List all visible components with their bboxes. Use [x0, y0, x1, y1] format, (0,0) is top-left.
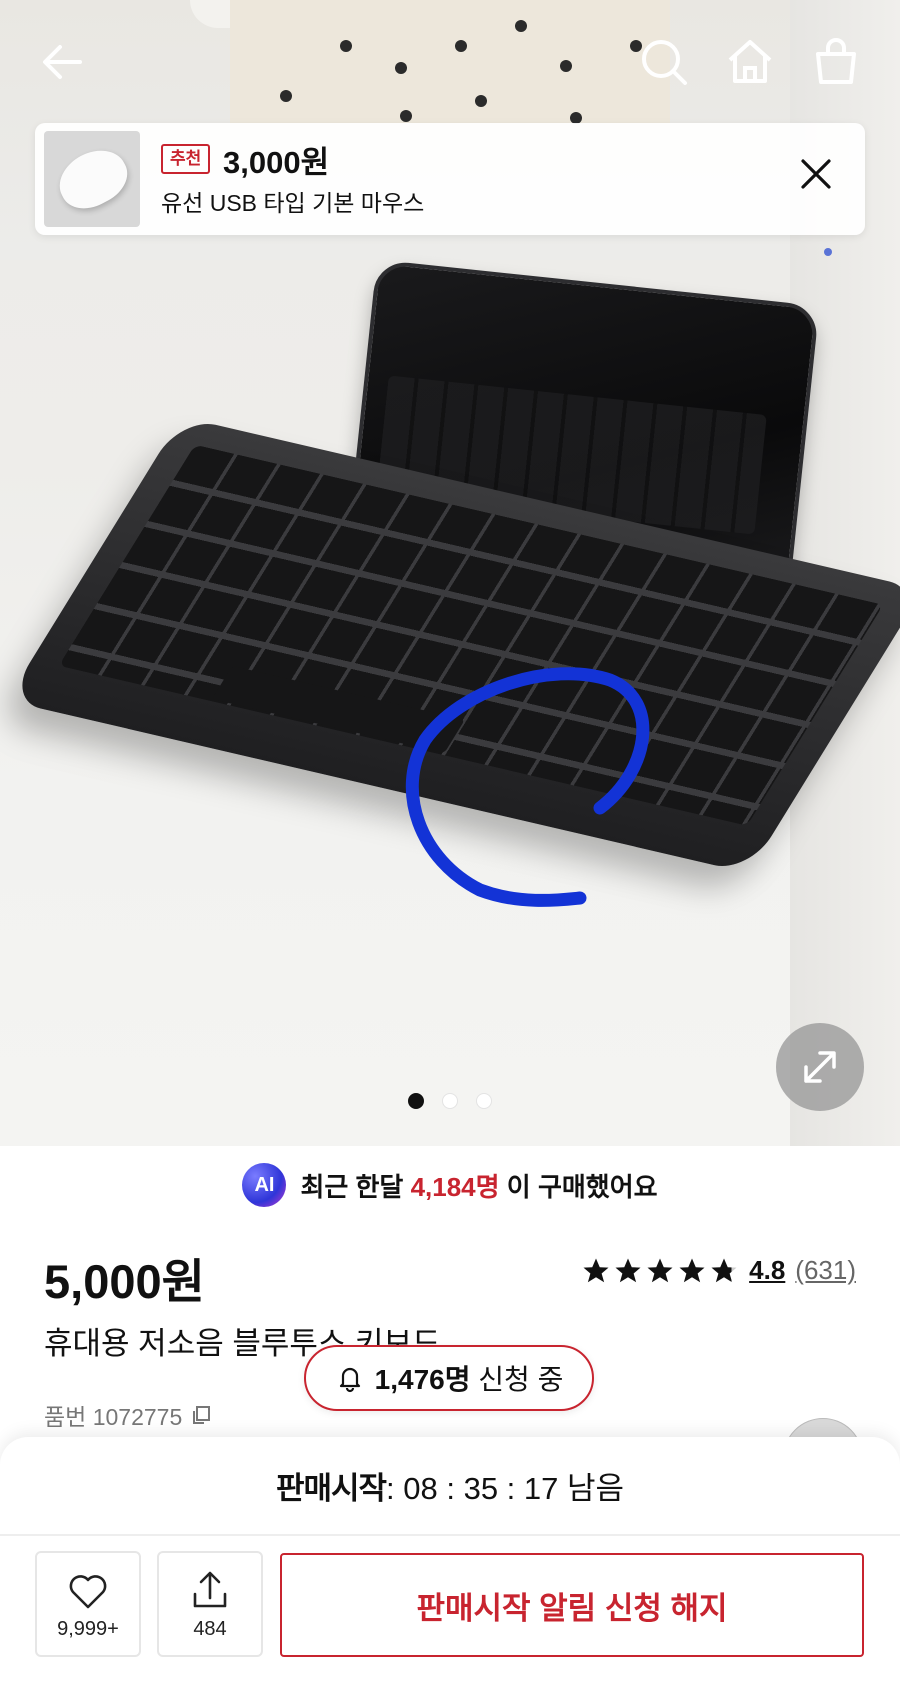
pagination-dot[interactable] — [442, 1093, 458, 1109]
recommended-product-thumbnail — [44, 131, 140, 227]
like-count: 9,999+ — [57, 1617, 119, 1640]
countdown-label: 판매시작 — [275, 1471, 387, 1506]
star-icon — [615, 1258, 641, 1282]
star-icon — [647, 1258, 673, 1282]
purchase-prefix: 최근 한달 — [300, 1171, 404, 1202]
recommended-product-name: 유선 USB 타입 기본 마우스 — [161, 190, 425, 216]
share-button[interactable]: 484 — [157, 1551, 263, 1657]
star-icon — [583, 1258, 609, 1282]
application-count: 1,476명 — [374, 1364, 471, 1395]
purchase-count: 4,184명 — [410, 1171, 500, 1202]
rating-score[interactable]: 4.8 — [749, 1255, 785, 1286]
product-rating[interactable]: 4.8 (631) — [581, 1255, 856, 1286]
countdown-suffix: 남음 — [567, 1471, 625, 1506]
search-icon[interactable] — [638, 36, 690, 88]
application-status: 신청 중 — [478, 1364, 564, 1395]
shopping-bag-icon[interactable] — [810, 36, 862, 88]
sale-start-countdown: 판매시작: 08 : 35 : 17 남음 — [275, 1471, 625, 1506]
share-count: 484 — [193, 1617, 227, 1640]
star-icon — [679, 1258, 705, 1282]
arrow-left-icon[interactable] — [36, 36, 88, 88]
product-sku[interactable]: 품번 1072775 — [44, 1398, 212, 1432]
rating-stars — [581, 1256, 739, 1286]
like-button[interactable]: 9,999+ — [35, 1551, 141, 1657]
sku-label: 품번 1072775 — [44, 1404, 183, 1430]
purchase-suffix: 이 구매했어요 — [506, 1171, 658, 1202]
home-icon[interactable] — [724, 36, 776, 88]
share-icon — [193, 1571, 227, 1607]
indicator-dot — [824, 248, 832, 256]
heart-icon — [69, 1574, 107, 1608]
purchase-bottom-sheet: 판매시작: 08 : 35 : 17 남음 9,999+ 484 판매시작 알림… — [0, 1437, 900, 1693]
recent-purchase-notice: AI 최근 한달 4,184명 이 구매했어요 — [0, 1163, 900, 1207]
review-count[interactable]: (631) — [795, 1255, 856, 1286]
pagination-dot[interactable] — [408, 1093, 424, 1109]
close-icon[interactable] — [797, 155, 835, 193]
ai-badge: AI — [242, 1163, 287, 1207]
recommended-product-banner[interactable]: 추천 3,000원 유선 USB 타입 기본 마우스 — [35, 123, 865, 235]
countdown-value: 08 : 35 : 17 — [403, 1471, 559, 1506]
divider — [0, 1534, 900, 1536]
cancel-sale-alert-button[interactable]: 판매시작 알림 신청 해지 — [280, 1553, 864, 1657]
application-count-pill: 1,476명 신청 중 — [304, 1345, 594, 1411]
star-half-icon — [711, 1258, 737, 1282]
bell-icon — [339, 1367, 360, 1393]
gallery-pagination[interactable] — [0, 1093, 900, 1109]
product-price: 5,000원 — [44, 1255, 205, 1308]
copy-icon[interactable] — [190, 1404, 212, 1426]
recommended-product-price: 3,000원 — [223, 145, 330, 180]
pagination-dot[interactable] — [476, 1093, 492, 1109]
recommended-badge: 추천 — [161, 144, 211, 174]
product-image-gallery[interactable]: 추천 3,000원 유선 USB 타입 기본 마우스 — [0, 0, 900, 1146]
